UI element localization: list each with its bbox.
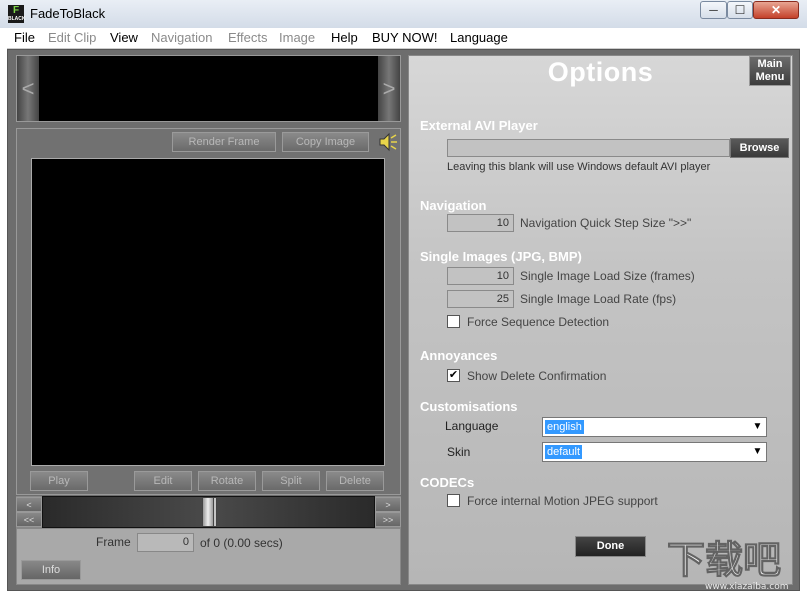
skin-select[interactable]: default ▼ <box>542 442 767 462</box>
chevron-down-icon: ▼ <box>750 419 765 435</box>
nav-step-input[interactable]: 10 <box>447 214 514 232</box>
step-forward-button[interactable]: > <box>375 497 401 512</box>
language-label: Language <box>445 419 499 433</box>
menu-file[interactable]: File <box>14 30 35 45</box>
single-images-heading: Single Images (JPG, BMP) <box>420 249 582 264</box>
skin-value: default <box>545 445 583 459</box>
annoyances-heading: Annoyances <box>420 348 498 363</box>
show-delete-label: Show Delete Confirmation <box>467 369 607 383</box>
nav-step-label: Navigation Quick Step Size ">>" <box>520 216 692 230</box>
menu-image[interactable]: Image <box>279 30 315 45</box>
avi-player-note: Leaving this blank will use Windows defa… <box>447 161 711 173</box>
done-button[interactable]: Done <box>575 536 646 557</box>
menu-buy-now[interactable]: BUY NOW! <box>372 30 438 45</box>
avi-player-path-input[interactable] <box>447 139 730 157</box>
language-value: english <box>545 420 584 434</box>
frame-total: of 0 (0.00 secs) <box>200 536 283 550</box>
browse-button[interactable]: Browse <box>730 138 789 158</box>
maximize-icon: ☐ <box>734 3 746 17</box>
rotate-button[interactable]: Rotate <box>198 471 256 491</box>
show-delete-checkbox[interactable]: ✔ <box>447 369 460 382</box>
split-button[interactable]: Split <box>262 471 320 491</box>
app-logo-icon: F BLACK <box>8 5 26 23</box>
menu-bar: File Edit Clip View Navigation Effects I… <box>7 28 800 49</box>
menu-effects[interactable]: Effects <box>228 30 268 45</box>
main-menu-line1: Main <box>757 58 783 70</box>
strip-left-arrow[interactable]: < <box>17 56 39 121</box>
load-size-label: Single Image Load Size (frames) <box>520 269 695 283</box>
frame-input[interactable]: 0 <box>137 533 194 552</box>
menu-edit-clip[interactable]: Edit Clip <box>48 30 96 45</box>
main-menu-line2: Menu <box>755 71 785 83</box>
close-icon: ✕ <box>770 3 782 17</box>
language-select[interactable]: english ▼ <box>542 417 767 437</box>
strip-right-arrow[interactable]: > <box>378 56 400 121</box>
load-rate-input[interactable]: 25 <box>447 290 514 308</box>
options-title: Options <box>547 57 654 87</box>
play-button[interactable]: Play <box>30 471 88 491</box>
title-bar: F BLACK FadeToBlack ─ ☐ ✕ <box>0 0 807 28</box>
load-rate-label: Single Image Load Rate (fps) <box>520 292 677 306</box>
navigation-heading: Navigation <box>420 198 487 213</box>
close-button[interactable]: ✕ <box>753 1 799 19</box>
chevron-down-icon: ▼ <box>750 444 765 460</box>
copy-image-button[interactable]: Copy Image <box>282 132 369 152</box>
jump-start-button[interactable]: << <box>16 512 42 527</box>
menu-navigation[interactable]: Navigation <box>151 30 212 45</box>
force-sequence-label: Force Sequence Detection <box>467 315 610 329</box>
render-frame-button[interactable]: Render Frame <box>172 132 276 152</box>
load-size-input[interactable]: 10 <box>447 267 514 285</box>
codecs-heading: CODECs <box>420 475 475 490</box>
timeline-handle-right[interactable] <box>213 497 217 527</box>
minimize-icon: ─ <box>709 3 718 17</box>
edit-button[interactable]: Edit <box>134 471 192 491</box>
customisations-heading: Customisations <box>420 399 518 414</box>
force-sequence-checkbox[interactable] <box>447 315 460 328</box>
menu-view[interactable]: View <box>110 30 138 45</box>
skin-label: Skin <box>447 445 471 459</box>
minimize-button[interactable]: ─ <box>700 1 727 19</box>
watermark-site: www.xiazaiba.com <box>705 582 789 592</box>
frame-label: Frame <box>96 535 131 549</box>
video-preview <box>31 158 385 466</box>
force-mjpeg-checkbox[interactable] <box>447 494 460 507</box>
external-avi-heading: External AVI Player <box>420 118 538 133</box>
main-menu-button[interactable]: Main Menu <box>749 56 791 86</box>
step-back-button[interactable]: < <box>16 497 42 512</box>
watermark-logo: 下载吧 www.xiazaiba.com <box>667 538 789 593</box>
delete-button[interactable]: Delete <box>326 471 384 491</box>
info-button[interactable]: Info <box>21 560 81 580</box>
window-title: FadeToBlack <box>30 6 106 21</box>
watermark-text: 下载吧 <box>667 538 781 582</box>
force-mjpeg-label: Force internal Motion JPEG support <box>467 494 658 508</box>
maximize-button[interactable]: ☐ <box>727 1 753 19</box>
check-mark-icon: ✔ <box>448 369 459 381</box>
jump-end-button[interactable]: >> <box>375 512 401 527</box>
menu-language[interactable]: Language <box>450 30 508 45</box>
thumbnail-strip: < > <box>16 55 401 122</box>
speaker-icon[interactable] <box>377 132 399 152</box>
menu-help[interactable]: Help <box>331 30 358 45</box>
